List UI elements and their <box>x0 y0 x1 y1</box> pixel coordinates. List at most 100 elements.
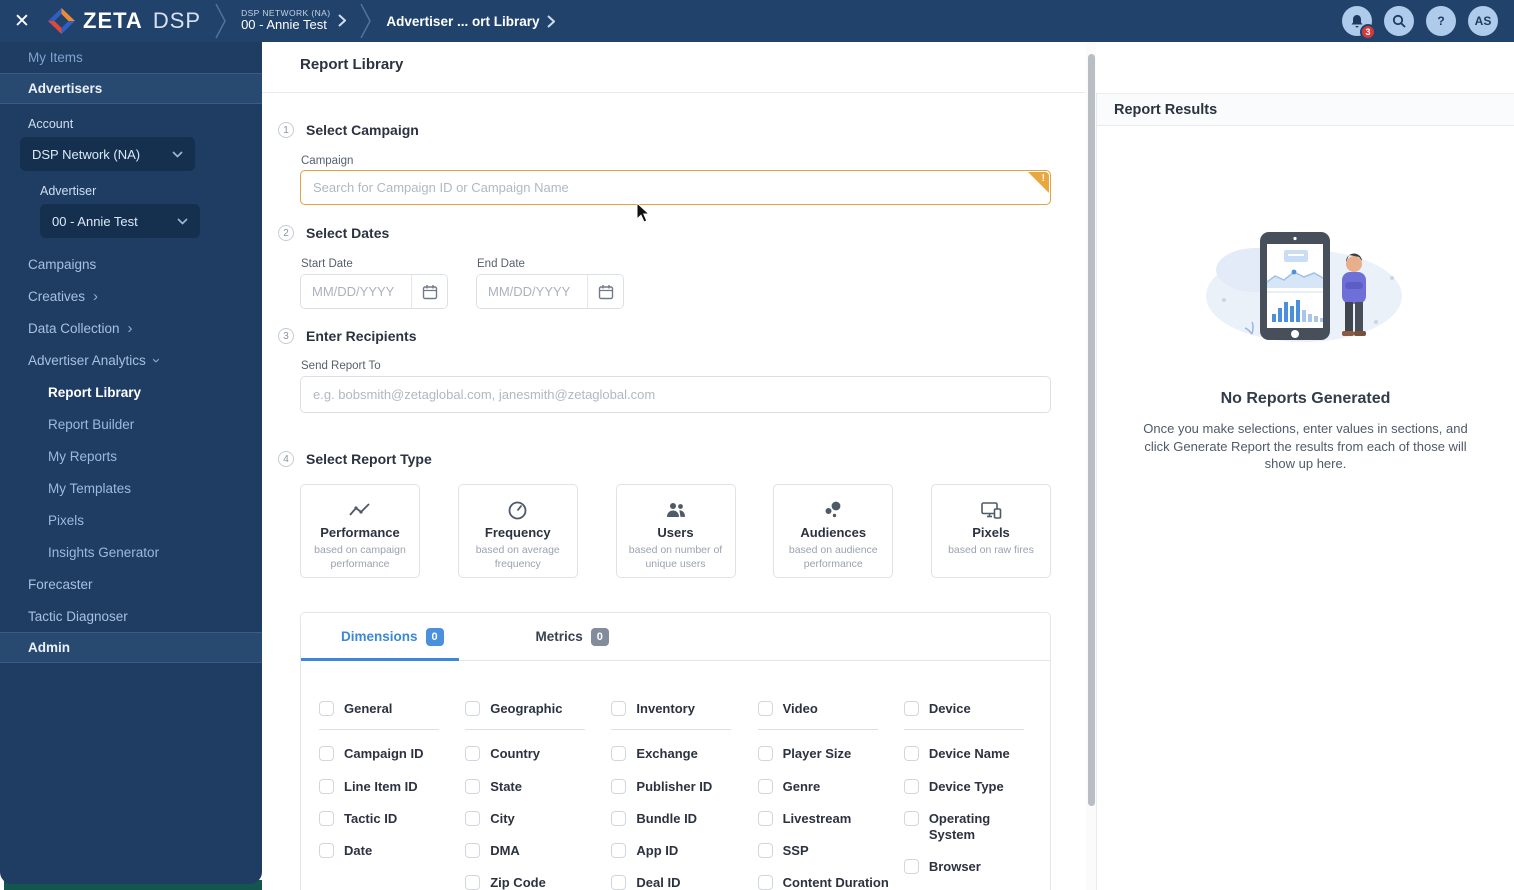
checkbox-browser[interactable]: Browser <box>903 859 1050 875</box>
chevron-down-icon <box>177 217 188 225</box>
advertiser-select-value: 00 - Annie Test <box>52 213 138 229</box>
sidebar-section-label: Admin <box>28 640 70 655</box>
checkbox-dma[interactable]: DMA <box>465 843 611 859</box>
checkbox-exchange[interactable]: Exchange <box>611 746 757 762</box>
sidebar: My Items Advertisers Account DSP Network… <box>0 42 262 884</box>
campaign-search-input[interactable] <box>300 170 1051 205</box>
checkbox-app-id[interactable]: App ID <box>611 843 757 859</box>
checkbox-content-duration[interactable]: Content Duration <box>757 875 904 890</box>
brand-logo[interactable]: ZETA DSP <box>48 8 201 34</box>
sidebar-item-campaigns[interactable]: Campaigns <box>0 248 262 280</box>
checkbox-icon <box>319 746 334 762</box>
checkbox-bundle-id[interactable]: Bundle ID <box>611 810 757 827</box>
report-results-title: Report Results <box>1114 101 1218 118</box>
chevron-right-icon: › <box>93 287 99 305</box>
help-button[interactable]: ? <box>1426 6 1456 36</box>
sidebar-item-label: Campaigns <box>28 256 97 272</box>
report-type-card-frequency[interactable]: Frequency based on average frequency <box>457 484 578 578</box>
performance-icon <box>349 499 371 521</box>
sidebar-section-advertisers[interactable]: Advertisers <box>0 73 262 104</box>
sidebar-item-report-builder[interactable]: Report Builder <box>0 408 262 440</box>
avatar[interactable]: AS <box>1468 6 1498 36</box>
checkbox-player-size[interactable]: Player Size <box>757 746 904 762</box>
checkbox-video[interactable]: Video <box>757 701 904 717</box>
checkbox-tactic-id[interactable]: Tactic ID <box>319 810 465 827</box>
checkbox-zip-code[interactable]: Zip Code <box>465 875 611 890</box>
report-type-card-pixels[interactable]: Pixels based on raw fires <box>931 484 1051 578</box>
advertiser-label: Advertiser <box>40 184 97 198</box>
checkbox-icon <box>611 746 627 762</box>
active-tab-underline <box>301 658 459 661</box>
start-date-input[interactable] <box>301 275 411 308</box>
sidebar-nav: Campaigns Creatives › Data Collection › Ad… <box>0 248 262 632</box>
recipients-input[interactable] <box>300 376 1051 413</box>
sidebar-section-admin[interactable]: Admin <box>0 632 262 663</box>
breadcrumb-account[interactable]: DSP NETWORK (NA) 00 - Annie Test <box>241 8 347 34</box>
checkbox-device-name[interactable]: Device Name <box>903 746 1050 762</box>
sidebar-item-tactic-diagnoser[interactable]: Tactic Diagnoser <box>0 600 262 632</box>
checkbox-operating-system[interactable]: Operating System <box>903 810 1050 844</box>
sidebar-item-my-reports[interactable]: My Reports <box>0 440 262 472</box>
checkbox-geographic[interactable]: Geographic <box>465 701 611 717</box>
sidebar-item-advertiser-analytics[interactable]: Advertiser Analytics › <box>0 344 262 376</box>
notifications-button[interactable]: 3 <box>1342 6 1376 40</box>
vertical-scrollbar-thumb[interactable] <box>1087 54 1095 806</box>
calendar-icon[interactable] <box>411 275 447 308</box>
checkbox-device-type[interactable]: Device Type <box>903 778 1050 795</box>
step-2-header: 2 Select Dates <box>278 225 389 241</box>
sidebar-item-insights-generator[interactable]: Insights Generator <box>0 536 262 568</box>
breadcrumb-report-library[interactable]: Advertiser ... ort Library <box>386 14 556 29</box>
sidebar-item-pixels[interactable]: Pixels <box>0 504 262 536</box>
sidebar-item-report-library[interactable]: Report Library <box>0 376 262 408</box>
checkbox-country[interactable]: Country <box>465 746 611 762</box>
checkbox-device[interactable]: Device <box>903 701 1050 717</box>
account-select[interactable]: DSP Network (NA) <box>20 137 195 171</box>
step-number: 2 <box>278 225 294 241</box>
checkbox-state[interactable]: State <box>465 778 611 795</box>
account-label: Account <box>28 117 74 131</box>
sidebar-item-my-templates[interactable]: My Templates <box>0 472 262 504</box>
report-type-card-performance[interactable]: Performance based on campaign performanc… <box>300 484 420 578</box>
checkbox-livestream[interactable]: Livestream <box>757 810 904 827</box>
tab-dimensions[interactable]: Dimensions 0 <box>341 627 444 646</box>
checkbox-label: Player Size <box>782 746 852 762</box>
checkbox-deal-id[interactable]: Deal ID <box>611 875 757 890</box>
sidebar-item-data-collection[interactable]: Data Collection › <box>0 312 262 344</box>
checkbox-genre[interactable]: Genre <box>757 778 904 795</box>
report-type-title: Frequency <box>484 525 551 540</box>
checkbox-label: Operating System <box>928 810 991 842</box>
advertiser-select[interactable]: 00 - Annie Test <box>40 204 200 238</box>
checkbox-publisher-id[interactable]: Publisher ID <box>611 778 757 795</box>
sidebar-item-forecaster[interactable]: Forecaster <box>0 568 262 600</box>
sidebar-item-label: Report Builder <box>48 416 135 432</box>
sidebar-item-my-items[interactable]: My Items <box>0 42 262 73</box>
page-title: Report Library <box>300 56 404 73</box>
report-type-card-audiences[interactable]: Audiences based on audience performance <box>773 484 894 578</box>
checkbox-ssp[interactable]: SSP <box>757 843 904 859</box>
checkbox-campaign-id[interactable]: Campaign ID <box>319 746 465 762</box>
divider <box>903 729 1024 731</box>
checkbox-line-item-id[interactable]: Line Item ID <box>319 778 465 795</box>
close-icon[interactable]: ✕ <box>0 10 44 33</box>
divider <box>611 729 732 731</box>
checkbox-icon <box>757 778 773 794</box>
tab-metrics[interactable]: Metrics 0 <box>536 627 609 646</box>
dimension-column-inventory: Inventory Exchange Publisher ID Bundle I… <box>611 701 757 890</box>
checkbox-date[interactable]: Date <box>319 843 465 859</box>
end-date-input[interactable] <box>477 275 587 308</box>
report-type-desc: based on raw fires <box>948 544 1034 556</box>
checkbox-city[interactable]: City <box>465 810 611 827</box>
checkbox-general[interactable]: General <box>319 701 465 717</box>
checkbox-label: Livestream <box>782 810 852 826</box>
sidebar-item-creatives[interactable]: Creatives › <box>0 280 262 312</box>
topbar-actions: 3 ? AS <box>1342 6 1514 40</box>
checkbox-label: App ID <box>636 843 679 858</box>
report-type-card-users[interactable]: Users based on number of unique users <box>615 484 736 578</box>
checkbox-inventory[interactable]: Inventory <box>611 701 757 717</box>
calendar-icon[interactable] <box>587 275 623 308</box>
step-3-header: 3 Enter Recipients <box>278 328 416 344</box>
search-button[interactable] <box>1384 6 1414 36</box>
sidebar-item-label: My Items <box>28 50 83 65</box>
checkbox-label: State <box>490 778 522 794</box>
checkbox-icon <box>465 701 481 716</box>
